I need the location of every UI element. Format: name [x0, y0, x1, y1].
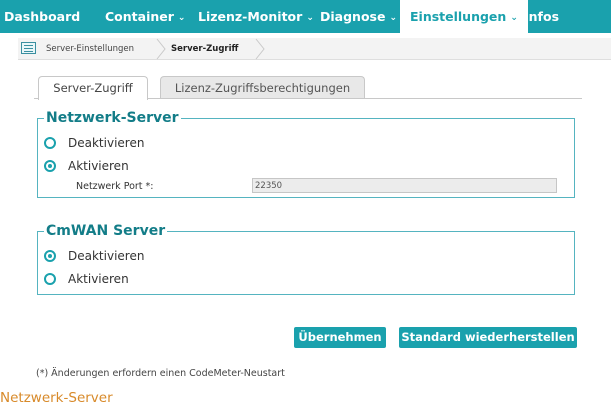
- radio-checked-icon[interactable]: [44, 160, 56, 172]
- chevron-down-icon: ⌄: [306, 13, 314, 23]
- nav-infos-label: Infos: [524, 9, 560, 24]
- netzwerk-port-input[interactable]: [252, 178, 557, 193]
- breadcrumb: Server-Einstellungen Server-Zugriff: [18, 38, 611, 60]
- radio-checked-icon[interactable]: [44, 250, 56, 262]
- netzwerk-deaktivieren-label: Deaktivieren: [68, 136, 145, 150]
- restart-footnote: (*) Änderungen erfordern einen CodeMeter…: [36, 368, 285, 379]
- apply-button[interactable]: Übernehmen: [294, 327, 386, 348]
- radio-unchecked-icon[interactable]: [44, 273, 56, 285]
- netzwerk-server-group: Netzwerk-Server Deaktivieren Aktivieren …: [37, 109, 575, 198]
- nav-diagnose-label: Diagnose: [320, 9, 386, 24]
- breadcrumb-separator-icon: [156, 38, 166, 60]
- nav-infos[interactable]: Infos: [524, 0, 559, 33]
- nav-lizenz-monitor-label: Lizenz-Monitor: [198, 9, 303, 24]
- chevron-down-icon: ⌄: [389, 13, 397, 23]
- nav-dashboard[interactable]: Dashboard: [4, 0, 80, 33]
- image-caption: Netzwerk-Server: [0, 390, 113, 406]
- breadcrumb-item-server-zugriff: Server-Zugriff: [171, 44, 239, 54]
- cmwan-aktivieren-label: Aktivieren: [68, 272, 129, 286]
- chevron-down-icon: ⌄: [177, 13, 186, 23]
- breadcrumb-item-server-einstellungen[interactable]: Server-Einstellungen: [46, 38, 134, 60]
- cmwan-deaktivieren-label: Deaktivieren: [68, 249, 145, 263]
- top-navigation-bar: Dashboard Container ⌄ Lizenz-Monitor ⌄ Dia…: [0, 0, 611, 34]
- radio-unchecked-icon[interactable]: [44, 137, 56, 149]
- netzwerk-aktivieren-label: Aktivieren: [68, 159, 129, 173]
- nav-einstellungen-label: Einstellungen: [410, 9, 507, 24]
- netzwerk-port-label: Netzwerk Port *:: [76, 181, 154, 192]
- nav-lizenz-monitor[interactable]: Lizenz-Monitor ⌄: [198, 0, 314, 33]
- nav-diagnose[interactable]: Diagnose ⌄: [320, 0, 397, 33]
- tab-server-zugriff[interactable]: Server-Zugriff: [38, 76, 148, 100]
- breadcrumb-separator-icon: [255, 38, 265, 60]
- nav-container[interactable]: Container ⌄: [105, 0, 185, 33]
- chevron-down-icon: ⌄: [510, 13, 518, 23]
- cmwan-server-group: CmWAN Server Deaktivieren Aktivieren: [37, 222, 575, 295]
- cmwan-server-legend: CmWAN Server: [44, 222, 168, 240]
- tab-lizenz-zugriffsberechtigungen[interactable]: Lizenz-Zugriffsberechtigungen: [160, 76, 365, 99]
- netzwerk-server-legend: Netzwerk-Server: [44, 109, 181, 127]
- nav-container-label: Container: [105, 9, 174, 24]
- nav-einstellungen[interactable]: Einstellungen ⌄: [400, 0, 528, 34]
- nav-dashboard-label: Dashboard: [4, 9, 81, 24]
- restore-defaults-button[interactable]: Standard wiederherstellen: [399, 327, 577, 348]
- server-settings-icon: [21, 42, 36, 54]
